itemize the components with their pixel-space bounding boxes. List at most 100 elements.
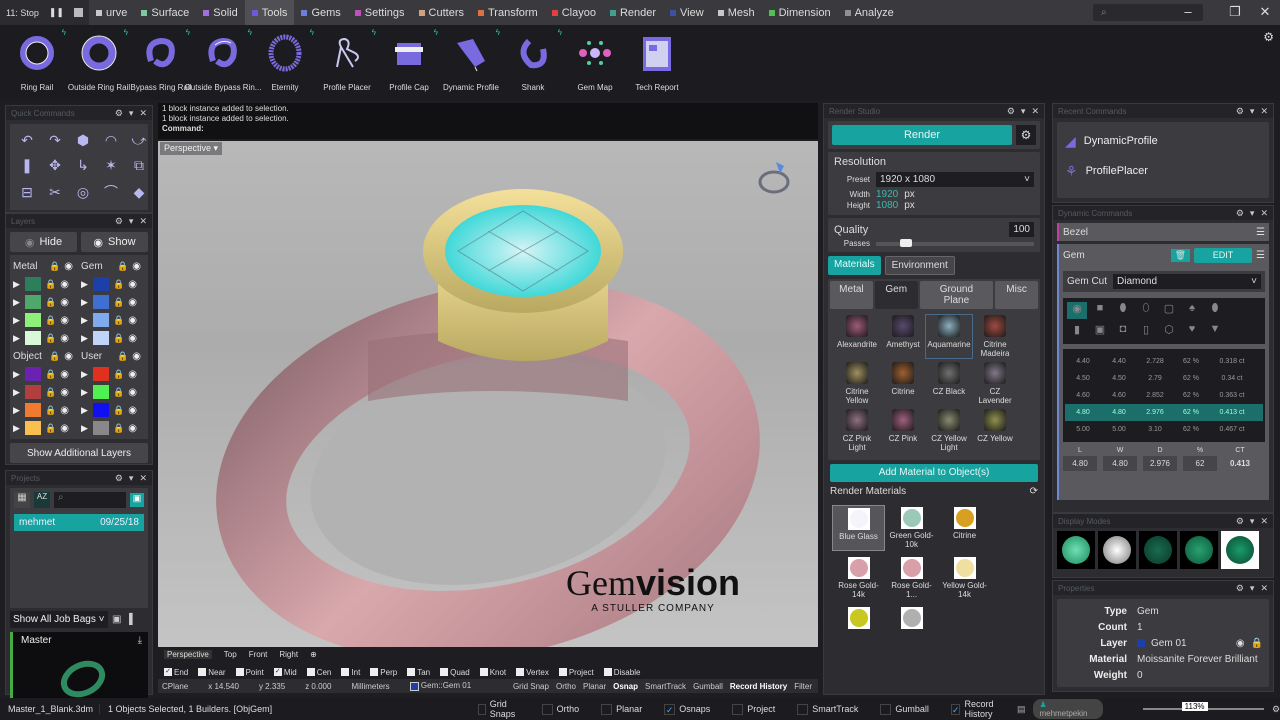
checkbox[interactable] [558, 668, 567, 677]
ribbon-dynamic-profile-button[interactable]: Dynamic Profile ϟ [440, 25, 502, 100]
checkbox[interactable] [235, 668, 244, 677]
lock-icon[interactable]: 🔒 [113, 315, 124, 326]
eye-icon[interactable]: ◉ [60, 315, 69, 326]
pane-record-history[interactable]: Record History [730, 682, 787, 691]
slider-thumb[interactable] [899, 238, 912, 247]
toggle-osnaps[interactable]: ✓ Osnaps [664, 699, 710, 719]
checkbox[interactable] [198, 668, 207, 677]
checkbox[interactable] [306, 668, 315, 677]
eye-icon[interactable]: ◉ [60, 423, 69, 434]
dropdown-icon[interactable]: ▾ [129, 473, 134, 484]
checkbox[interactable] [516, 668, 525, 677]
lock-icon[interactable]: 🔒 [45, 423, 56, 434]
gem-material-item[interactable]: CZ Pink Light [834, 409, 880, 452]
menu-icon[interactable]: ☰ [1256, 227, 1265, 238]
checkbox[interactable] [407, 668, 416, 677]
material-tab-misc[interactable]: Misc [995, 281, 1038, 309]
expand-icon[interactable]: ▶ [81, 369, 89, 380]
sort-az-icon[interactable]: AZ [34, 492, 50, 508]
layer-item[interactable]: ▶ 🔒 ◉ [78, 277, 146, 291]
menu-tab-urve[interactable]: urve [89, 0, 134, 25]
toggle-planar[interactable]: Planar [601, 699, 642, 719]
osnap-knot[interactable]: Knot [479, 668, 506, 677]
menu-tab-analyze[interactable]: Analyze [838, 0, 901, 25]
expand-icon[interactable]: ▶ [81, 387, 89, 398]
property-layer[interactable]: Gem 01 ◉ 🔒 [1137, 638, 1269, 649]
pane-filter[interactable]: Filter [794, 682, 812, 691]
layer-color-swatch[interactable] [93, 367, 109, 381]
ribbon-shank-button[interactable]: Shank ϟ [502, 25, 564, 100]
lock-icon[interactable]: 🔒 [45, 387, 56, 398]
layer-color-swatch[interactable] [25, 331, 41, 345]
new-project-icon[interactable]: ▣ [130, 493, 144, 507]
checkbox[interactable] [479, 668, 488, 677]
osnap-perp[interactable]: Perp [370, 668, 397, 677]
osnap-int[interactable]: Int [341, 668, 360, 677]
dimension-field-l[interactable]: 4.80 [1063, 456, 1097, 471]
gem-shape-round-icon[interactable]: ◉ [1067, 302, 1087, 319]
toggle-record-history[interactable]: ✓ Record History [950, 699, 1003, 719]
command-prompt[interactable]: Command: [162, 124, 814, 134]
pane-ortho[interactable]: Ortho [556, 682, 576, 691]
checkbox[interactable]: ✓ [273, 668, 282, 677]
pane-osnap[interactable]: Osnap [613, 682, 638, 691]
lock-icon[interactable]: 🔒 [113, 405, 124, 416]
menu-tab-render[interactable]: Render [603, 0, 663, 25]
cubes-icon[interactable]: ⬢ [70, 129, 96, 152]
layer-item[interactable]: ▶ 🔒 ◉ [10, 331, 78, 345]
gem-size-row[interactable]: 4.50 4.50 2.79 62 % 0.34 ct [1065, 370, 1263, 387]
layer-item[interactable]: ▶ 🔒 ◉ [78, 295, 146, 309]
layer-color-swatch[interactable] [93, 403, 109, 417]
import-icon[interactable]: ▣ [112, 614, 121, 625]
close-icon[interactable]: ✕ [139, 108, 147, 119]
gem-material-item[interactable]: CZ Pink [880, 409, 926, 452]
lock-icon[interactable]: 🔒 [113, 279, 124, 290]
pane-smarttrack[interactable]: SmartTrack [645, 682, 686, 691]
lock-icon[interactable]: 🔒 [49, 261, 60, 272]
rotate-icon[interactable]: ↳ [70, 154, 96, 177]
height-input[interactable]: 1080 [876, 200, 898, 211]
checkbox[interactable] [541, 703, 553, 715]
expand-icon[interactable]: ▶ [13, 405, 21, 416]
checkbox[interactable] [477, 703, 486, 715]
expand-icon[interactable]: ▶ [13, 333, 21, 344]
expand-icon[interactable]: ▶ [81, 297, 89, 308]
eye-icon[interactable]: ◉ [60, 297, 69, 308]
gear-icon[interactable]: ⚙ [115, 216, 123, 227]
dimension-field-%[interactable]: 62 [1183, 456, 1217, 471]
material-tab-metal[interactable]: Metal [830, 281, 873, 309]
redo-icon[interactable]: ↷ [42, 129, 68, 152]
menu-tab-dimension[interactable]: Dimension [762, 0, 838, 25]
gem-shape-marquise-icon[interactable]: ⬯ [1136, 302, 1156, 319]
viewport-tab-front[interactable]: Front [249, 650, 268, 659]
pause-icon[interactable]: ❚❚ [49, 7, 64, 18]
menu-tab-mesh[interactable]: Mesh [711, 0, 762, 25]
lock-icon[interactable]: 🔒 [45, 369, 56, 380]
edit-button[interactable]: EDIT [1194, 248, 1253, 263]
layer-color-swatch[interactable] [93, 277, 109, 291]
eye-icon[interactable]: ◉ [132, 351, 141, 362]
ribbon-ring-rail-button[interactable]: Ring Rail ϟ [6, 25, 68, 100]
layer-item[interactable]: ▶ 🔒 ◉ [78, 331, 146, 345]
lock-icon[interactable]: 🔒 [45, 279, 56, 290]
layer-color-swatch[interactable] [25, 421, 41, 435]
eye-icon[interactable]: ◉ [128, 315, 137, 326]
pane-grid-snap[interactable]: Grid Snap [513, 682, 549, 691]
gear-icon[interactable]: ⚙ [115, 473, 123, 484]
gem-cut-select[interactable]: Diamond ˅ [1113, 274, 1261, 289]
eye-icon[interactable]: ◉ [60, 279, 69, 290]
layer-item[interactable]: ▶ 🔒 ◉ [78, 367, 146, 381]
gear-icon[interactable]: ⚙ [1236, 516, 1244, 527]
expand-icon[interactable]: ▶ [13, 297, 21, 308]
ribbon-tech-report-button[interactable]: Tech Report [626, 25, 688, 100]
layer-color-swatch[interactable] [25, 367, 41, 381]
render-settings-icon[interactable]: ⚙ [1016, 125, 1036, 145]
eye-icon[interactable]: ◉ [132, 261, 141, 272]
checkbox[interactable] [370, 668, 379, 677]
layer-item[interactable]: ▶ 🔒 ◉ [10, 403, 78, 417]
ribbon-eternity-button[interactable]: Eternity ϟ [254, 25, 316, 100]
restore-button[interactable]: ❐ [1225, 3, 1245, 21]
render-button[interactable]: Render [832, 125, 1012, 145]
lock-icon[interactable]: 🔒 [45, 315, 56, 326]
menu-tab-solid[interactable]: Solid [196, 0, 244, 25]
